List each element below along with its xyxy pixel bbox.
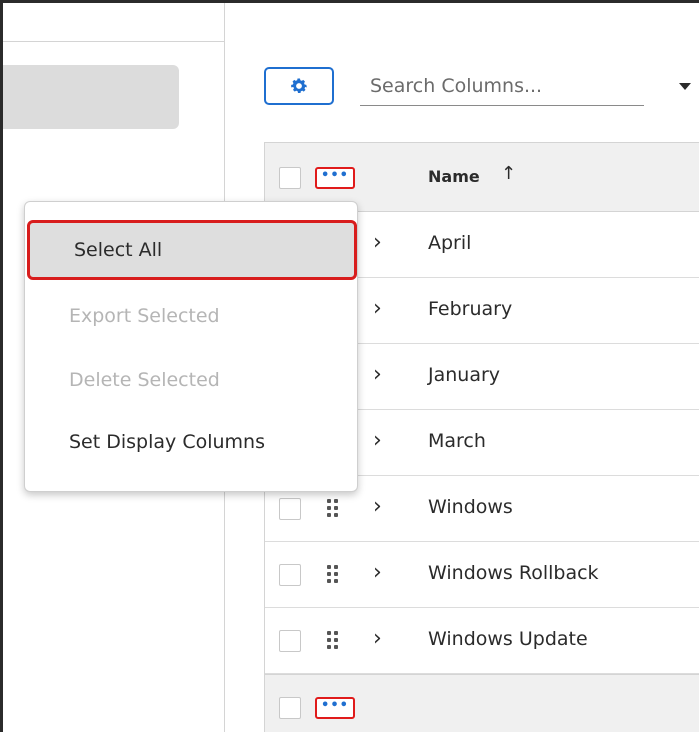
- footer-select-checkbox[interactable]: [279, 697, 301, 719]
- footer-more-button[interactable]: •••: [315, 697, 355, 719]
- chevron-right-icon[interactable]: ›: [373, 494, 382, 519]
- drag-handle-icon[interactable]: [327, 631, 339, 651]
- row-checkbox[interactable]: [279, 564, 301, 586]
- table-row[interactable]: › Windows Update: [265, 608, 699, 674]
- chevron-right-icon[interactable]: ›: [373, 230, 382, 255]
- search-columns-input[interactable]: [360, 66, 644, 105]
- chevron-right-icon[interactable]: ›: [373, 560, 382, 585]
- chevron-right-icon[interactable]: ›: [373, 362, 382, 387]
- drag-handle-icon[interactable]: [327, 565, 339, 585]
- select-all-checkbox[interactable]: [279, 167, 301, 189]
- row-label: Windows Rollback: [428, 562, 599, 584]
- gear-icon: [291, 78, 307, 93]
- sort-ascending-icon[interactable]: ↑: [501, 163, 516, 184]
- menu-item-select-all[interactable]: Select All: [27, 220, 357, 280]
- menu-item-export-selected: Export Selected: [69, 305, 220, 327]
- more-icon: •••: [321, 698, 349, 713]
- row-label: April: [428, 232, 472, 254]
- row-checkbox[interactable]: [279, 498, 301, 520]
- search-columns-field[interactable]: [360, 66, 644, 106]
- drag-handle-icon[interactable]: [327, 499, 339, 519]
- header-more-button[interactable]: •••: [315, 167, 355, 189]
- menu-item-set-display-columns[interactable]: Set Display Columns: [25, 412, 359, 472]
- row-label: March: [428, 430, 486, 452]
- settings-button[interactable]: [264, 67, 334, 105]
- left-pane-selected-bar[interactable]: [3, 65, 179, 129]
- row-label: Windows: [428, 496, 513, 518]
- row-label: February: [428, 298, 513, 320]
- table-row[interactable]: › Windows Rollback: [265, 542, 699, 608]
- chevron-down-icon[interactable]: [679, 83, 691, 90]
- row-checkbox[interactable]: [279, 630, 301, 652]
- left-pane-divider: [3, 41, 225, 42]
- bulk-actions-menu: Select All Export Selected Delete Select…: [24, 201, 358, 492]
- chevron-right-icon[interactable]: ›: [373, 626, 382, 651]
- more-icon: •••: [321, 168, 349, 183]
- chevron-right-icon[interactable]: ›: [373, 428, 382, 453]
- menu-item-delete-selected: Delete Selected: [69, 369, 220, 391]
- chevron-right-icon[interactable]: ›: [373, 296, 382, 321]
- row-label: January: [428, 364, 501, 386]
- column-header-name[interactable]: Name: [428, 167, 480, 186]
- row-label: Windows Update: [428, 628, 588, 650]
- table-footer-row: •••: [265, 674, 699, 732]
